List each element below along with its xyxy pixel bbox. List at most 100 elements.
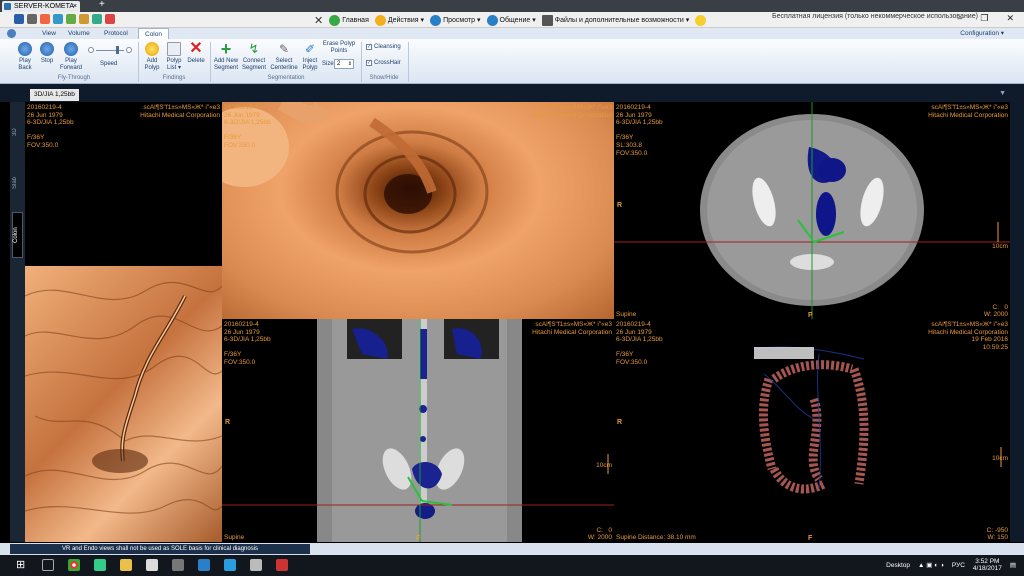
screen-icon[interactable] xyxy=(66,14,76,24)
title-bar: SERVER-KOMETA × + xyxy=(0,0,1024,12)
app-icon[interactable] xyxy=(94,559,106,571)
add-new-segment-button[interactable]: + Add New Segment xyxy=(213,39,239,71)
settings-icon[interactable] xyxy=(105,14,115,24)
close-session-icon[interactable]: ✕ xyxy=(314,14,323,27)
speed-slider[interactable] xyxy=(88,46,132,54)
task-view-icon[interactable] xyxy=(42,559,54,571)
tray-icons[interactable]: ▲ ▣ ◐ ◑ xyxy=(918,561,944,569)
menu-chat[interactable]: Общение ▾ xyxy=(486,13,536,27)
menu-home[interactable]: Главная xyxy=(329,13,369,27)
inject-polyp-button[interactable]: ✐ Inject Polyp xyxy=(300,42,320,71)
folder-icon[interactable] xyxy=(120,559,132,571)
ribbon: Play Back Stop Play Forward Speed Fly-Th… xyxy=(0,39,1024,84)
new-tab-button[interactable]: + xyxy=(99,0,105,10)
hospital-overlay: scAl¶S"f1±s»MS«Ж* i"«e3 Hitachi Medical … xyxy=(928,321,1008,351)
stop-button[interactable]: Stop xyxy=(38,42,56,65)
plus-icon: + xyxy=(220,39,232,59)
app-menu-icon[interactable] xyxy=(7,28,16,39)
minimize-icon[interactable]: – xyxy=(957,13,962,24)
smiley-icon[interactable] xyxy=(695,13,707,27)
play-forward-button[interactable]: Play Forward xyxy=(58,42,84,71)
play-icon xyxy=(64,42,78,56)
close-tab-icon[interactable]: × xyxy=(73,1,77,12)
syringe-icon: ✐ xyxy=(304,42,316,56)
play-back-button[interactable]: Play Back xyxy=(14,42,36,71)
scale-label: 10cm xyxy=(596,462,612,469)
remote-app-icon[interactable] xyxy=(276,559,288,571)
hospital-overlay: scAl¶S"f1±s»MS«Ж* i"«e3 Hitachi Medical … xyxy=(532,321,612,336)
tab-view[interactable]: View xyxy=(42,28,56,39)
centerline-icon: ✎ xyxy=(278,42,290,56)
add-polyp-button[interactable]: Add Polyp xyxy=(142,42,162,71)
status-bar: VR and Endo views shall not be used as S… xyxy=(0,543,1024,555)
teamviewer-icon[interactable] xyxy=(198,559,210,571)
desktop-label[interactable]: Desktop xyxy=(886,562,910,569)
colon-3d-rendering xyxy=(753,346,1002,494)
sync-icon[interactable] xyxy=(92,14,102,24)
viewport-endoscopic[interactable]: 20160219-4 26 Jun 1979 6-3D/JIA 1,25bb F… xyxy=(222,102,614,319)
viewport-unfolded-colon[interactable] xyxy=(25,266,222,542)
connect-icon: ↯ xyxy=(248,41,260,56)
browser-tab[interactable]: SERVER-KOMETA × xyxy=(2,1,80,12)
printer-icon[interactable] xyxy=(27,14,37,24)
close-window-icon[interactable]: ✕ xyxy=(1006,13,1014,24)
menu-actions[interactable]: Действия ▾ xyxy=(374,13,424,27)
crosshair-checkbox[interactable]: ✓ CrossHair xyxy=(366,60,401,66)
tab-colon-vertical[interactable]: Colon xyxy=(12,212,23,258)
colon-wall-rendering xyxy=(25,281,222,514)
series-label[interactable]: 3D/JIA 1,25bb xyxy=(30,89,79,101)
chevron-down-icon[interactable]: ▼ xyxy=(999,90,1006,97)
size-label: Size xyxy=(322,61,334,67)
distance-label: Supine Distance: 38.10 mm xyxy=(616,534,696,542)
group-fly-through: Fly-Through xyxy=(57,75,91,81)
restore-icon[interactable]: ❐ xyxy=(980,13,988,24)
right-scroll-panel[interactable] xyxy=(1010,102,1024,542)
list-icon xyxy=(167,42,181,56)
tab-slab[interactable]: Slab xyxy=(12,172,23,194)
orientation-label-r: R xyxy=(617,202,623,209)
viewport-axial[interactable]: 20160219-4 26 Jun 1979 6-3D/JIA 1,25bb F… xyxy=(614,102,1010,319)
folder-icon xyxy=(541,14,553,26)
viewport-top-left[interactable]: 20160219-4 26 Jun 1979 6-3D/JIA 1,25bb F… xyxy=(25,102,222,266)
hospital-overlay: scAl¶S"f1±s»MS«Ж* i"«e3 Hitachi Medical … xyxy=(532,104,612,119)
chrome-icon[interactable] xyxy=(68,559,80,571)
viewport-coronal[interactable]: 20160219-4 26 Jun 1979 6-3D/JIA 1,25bb F… xyxy=(222,319,614,542)
viewport-3d-colon[interactable]: 20160219-4 26 Jun 1979 6-3D/JIA 1,25bb F… xyxy=(614,319,1010,542)
tab-3d[interactable]: 3D xyxy=(12,122,23,142)
connect-segment-button[interactable]: ↯ Connect Segment xyxy=(241,42,267,71)
window-controls: – ❐ ✕ xyxy=(957,13,1014,24)
erase-polyp-points-button[interactable]: Erase Polyp Points xyxy=(320,41,358,54)
notifications-icon[interactable]: ▤ xyxy=(1010,561,1016,569)
polyp-list-button[interactable]: Polyp List ▾ xyxy=(164,42,184,71)
window-icon[interactable] xyxy=(14,14,24,24)
fit-icon[interactable] xyxy=(79,14,89,24)
menu-files[interactable]: Файлы и дополнительные возможности ▾ xyxy=(541,13,689,27)
menu-view[interactable]: Просмотр ▾ xyxy=(430,13,481,27)
group-separator xyxy=(138,42,139,82)
clock[interactable]: 3:52 PM 4/18/2017 xyxy=(973,558,1002,572)
ribbon-tabs: View Volume Protocol Colon Configuration… xyxy=(0,28,1024,39)
lightning-icon xyxy=(374,14,386,26)
polyp-icon xyxy=(145,42,159,56)
language-indicator[interactable]: РУС xyxy=(952,562,965,569)
users-icon[interactable] xyxy=(250,559,262,571)
cleansing-checkbox[interactable]: ✓ Cleansing xyxy=(366,44,401,50)
tab-protocol[interactable]: Protocol xyxy=(104,28,128,39)
tab-volume[interactable]: Volume xyxy=(68,28,90,39)
windows-start-icon[interactable]: ⊞ xyxy=(16,559,28,571)
monitor-icon[interactable] xyxy=(53,14,63,24)
network-icon[interactable] xyxy=(224,559,236,571)
group-separator xyxy=(408,42,409,82)
configuration-menu[interactable]: Configuration ▾ xyxy=(960,28,1004,39)
delete-icon: ✕ xyxy=(189,40,203,57)
image-icon[interactable] xyxy=(40,14,50,24)
chat-icon xyxy=(486,14,498,26)
calculator-icon[interactable] xyxy=(172,559,184,571)
vertical-tabs: 3D Slab Colon xyxy=(10,102,25,542)
group-show-hide: Show/Hide xyxy=(369,75,399,81)
delete-button[interactable]: ✕ Delete xyxy=(186,40,206,65)
select-centerline-button[interactable]: ✎ Select Centerline xyxy=(269,42,299,71)
size-spinner[interactable]: 2 ⇕ xyxy=(334,59,354,69)
tab-colon[interactable]: Colon xyxy=(138,28,169,39)
document-icon[interactable] xyxy=(146,559,158,571)
